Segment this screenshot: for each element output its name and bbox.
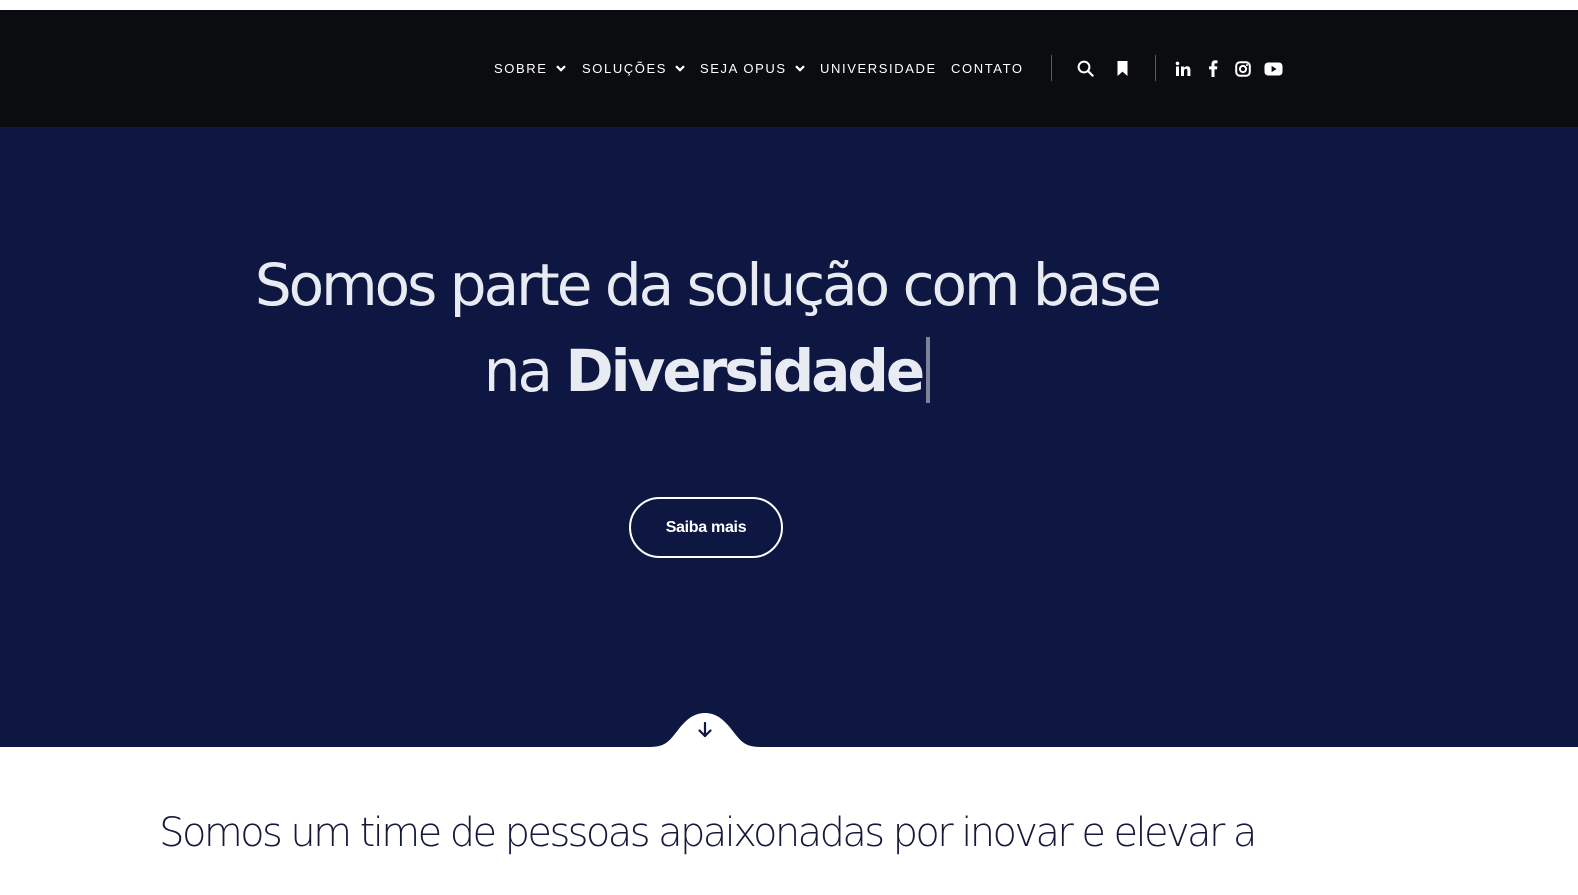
nav-item-label: SEJA OPUS <box>700 61 787 76</box>
bookmark-icon[interactable] <box>1111 10 1133 127</box>
nav-item-solucoes[interactable]: SOLUÇÕES <box>582 10 685 127</box>
typing-cursor <box>926 337 931 403</box>
hero-title-prefix: na <box>483 337 553 405</box>
saiba-mais-button[interactable]: Saiba mais <box>629 497 783 558</box>
search-icon[interactable] <box>1074 10 1096 127</box>
hero-title: Somos parte da solução com base na Diver… <box>0 242 1414 414</box>
top-strip <box>0 0 1578 10</box>
youtube-icon[interactable] <box>1262 10 1284 127</box>
main-navbar: SOBRE SOLUÇÕES SEJA OPUS UNIVERSIDADE CO… <box>0 10 1578 127</box>
nav-item-label: SOLUÇÕES <box>582 61 668 76</box>
linkedin-icon[interactable] <box>1173 10 1193 127</box>
nav-divider <box>1051 55 1052 81</box>
nav-divider <box>1155 55 1156 81</box>
hero-section: Somos parte da solução com base na Diver… <box>0 127 1578 747</box>
hero-title-line1: Somos parte da solução com base <box>254 251 1162 319</box>
hero-title-highlight: Diversidade <box>565 337 926 405</box>
intro-text: Somos um time de pessoas apaixonadas por… <box>159 810 1257 856</box>
page: SOBRE SOLUÇÕES SEJA OPUS UNIVERSIDADE CO… <box>0 0 1578 895</box>
chevron-down-icon <box>794 65 805 72</box>
nav-item-label: CONTATO <box>951 61 1024 76</box>
nav-item-contato[interactable]: CONTATO <box>951 10 1024 127</box>
nav-item-sobre[interactable]: SOBRE <box>494 10 566 127</box>
arrow-down-icon <box>696 721 714 739</box>
nav-item-label: SOBRE <box>494 61 548 76</box>
facebook-icon[interactable] <box>1204 10 1222 127</box>
chevron-down-icon <box>555 65 566 72</box>
nav-item-label: UNIVERSIDADE <box>820 61 937 76</box>
nav-item-universidade[interactable]: UNIVERSIDADE <box>820 10 937 127</box>
scroll-down-button[interactable] <box>650 713 760 747</box>
nav-item-seja-opus[interactable]: SEJA OPUS <box>700 10 805 127</box>
instagram-icon[interactable] <box>1233 10 1253 127</box>
chevron-down-icon <box>675 65 685 72</box>
